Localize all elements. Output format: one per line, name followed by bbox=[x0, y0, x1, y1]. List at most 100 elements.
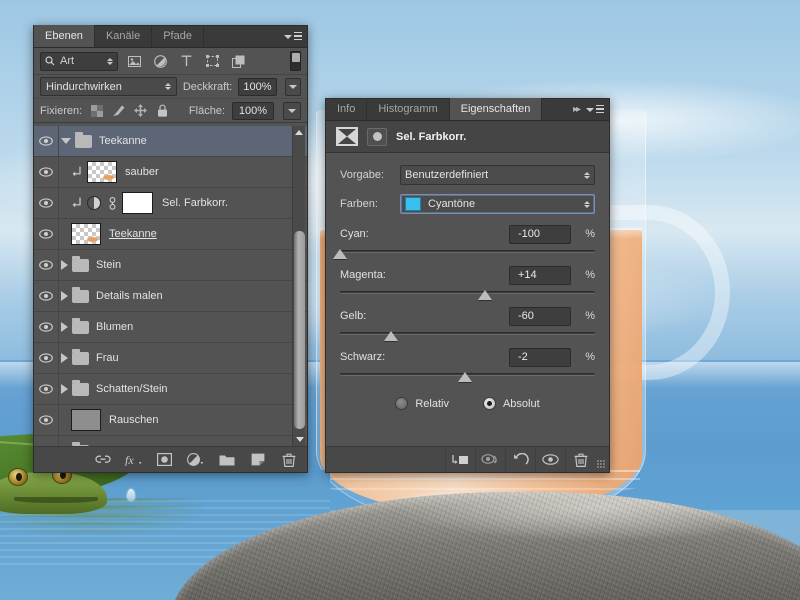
colors-stepper[interactable] bbox=[584, 200, 590, 208]
group-disclosure-triangle[interactable] bbox=[61, 260, 68, 270]
link-layers-icon[interactable] bbox=[94, 451, 111, 468]
group-disclosure-triangle[interactable] bbox=[61, 138, 71, 144]
lock-image-icon[interactable] bbox=[111, 103, 126, 118]
layer-style-fx-icon[interactable]: fx bbox=[125, 451, 142, 468]
slider-thumb[interactable] bbox=[384, 331, 398, 341]
layer-list[interactable]: Teekanne sauber Sel. Farbkorr. Teekanne Ste… bbox=[34, 126, 307, 446]
blend-mode-select[interactable]: Hindurchwirken bbox=[40, 77, 177, 96]
layer-visibility-toggle[interactable] bbox=[34, 312, 59, 342]
type-filter-icon[interactable] bbox=[176, 52, 196, 71]
layer-name[interactable]: sauber bbox=[125, 166, 159, 178]
slider-value-input[interactable]: -60 bbox=[509, 306, 571, 326]
layer-visibility-toggle[interactable] bbox=[34, 374, 59, 404]
new-adjustment-icon[interactable] bbox=[187, 451, 204, 468]
layer-row[interactable]: Teekanne bbox=[34, 219, 307, 250]
lock-position-icon[interactable] bbox=[133, 103, 148, 118]
opacity-value[interactable]: 100% bbox=[238, 77, 277, 96]
tab-kanaele[interactable]: Kanäle bbox=[95, 25, 153, 47]
smartobject-filter-icon[interactable] bbox=[228, 52, 248, 71]
image-filter-icon[interactable] bbox=[124, 52, 144, 71]
layer-name[interactable]: Rauschen bbox=[109, 414, 159, 426]
lock-all-icon[interactable] bbox=[155, 103, 170, 118]
expand-panels-icon[interactable]: ▸▸ bbox=[573, 104, 581, 115]
layer-visibility-toggle[interactable] bbox=[34, 436, 59, 446]
slider-track[interactable] bbox=[340, 328, 595, 342]
resize-grip-icon[interactable] bbox=[595, 447, 609, 472]
scroll-up-arrow[interactable] bbox=[293, 126, 305, 139]
tab-info[interactable]: Info bbox=[326, 98, 368, 120]
layer-visibility-toggle[interactable] bbox=[34, 343, 59, 373]
tab-histogramm[interactable]: Histogramm bbox=[367, 98, 450, 120]
layer-row[interactable]: Teekanne bbox=[34, 126, 307, 157]
preview-toggle-icon[interactable] bbox=[475, 447, 505, 472]
layer-thumbnail[interactable] bbox=[71, 409, 101, 431]
radio-absolut[interactable]: Absolut bbox=[482, 397, 540, 410]
layer-row[interactable]: Sel. Farbkorr. bbox=[34, 188, 307, 219]
layer-row[interactable]: Schatten/Stein bbox=[34, 374, 307, 405]
slider-thumb[interactable] bbox=[333, 249, 347, 259]
scrollbar-thumb[interactable] bbox=[294, 231, 305, 429]
layer-name[interactable]: Teekanne bbox=[99, 135, 147, 147]
layer-visibility-toggle[interactable] bbox=[34, 188, 59, 218]
filter-kind-select[interactable]: Art bbox=[40, 51, 118, 71]
radio-relativ-dot[interactable] bbox=[395, 397, 409, 410]
slider-value-input[interactable]: -2 bbox=[509, 347, 571, 367]
layer-name[interactable]: Stein bbox=[96, 259, 121, 271]
adjustment-preset-icon[interactable] bbox=[367, 127, 387, 146]
layer-visibility-toggle[interactable] bbox=[34, 281, 59, 311]
tab-eigenschaften[interactable]: Eigenschaften bbox=[449, 98, 543, 120]
layer-row[interactable]: Blumen bbox=[34, 312, 307, 343]
slider-track[interactable] bbox=[340, 369, 595, 383]
clip-to-layer-icon[interactable] bbox=[445, 447, 475, 472]
scroll-down-arrow[interactable] bbox=[293, 433, 306, 446]
layer-row[interactable]: Rauschen bbox=[34, 405, 307, 436]
slider-thumb[interactable] bbox=[457, 372, 472, 382]
radio-relativ[interactable]: Relativ bbox=[395, 397, 449, 410]
layer-thumbnail[interactable] bbox=[87, 161, 117, 183]
layer-row[interactable]: sauber bbox=[34, 157, 307, 188]
layer-name[interactable]: Teekanne bbox=[109, 228, 157, 240]
slider-value-input[interactable]: +14 bbox=[509, 265, 571, 285]
group-disclosure-triangle[interactable] bbox=[61, 291, 68, 301]
mask-link-icon[interactable] bbox=[108, 196, 117, 210]
layer-thumbnail[interactable] bbox=[71, 223, 101, 245]
colors-select[interactable]: Cyantöne bbox=[400, 194, 595, 214]
new-layer-icon[interactable] bbox=[249, 451, 266, 468]
adjustment-filter-icon[interactable] bbox=[150, 52, 170, 71]
group-disclosure-triangle[interactable] bbox=[61, 384, 68, 394]
layer-row[interactable]: Stein bbox=[34, 250, 307, 281]
slider-track[interactable] bbox=[333, 246, 595, 260]
tab-pfade[interactable]: Pfade bbox=[152, 25, 204, 47]
properties-panel-menu-icon[interactable] bbox=[586, 103, 604, 117]
fill-value[interactable]: 100% bbox=[232, 101, 274, 120]
layer-visibility-toggle[interactable] bbox=[34, 219, 59, 249]
layer-name[interactable]: Sel. Farbkorr. bbox=[162, 197, 228, 209]
new-group-icon[interactable] bbox=[218, 451, 235, 468]
filter-enable-toggle[interactable] bbox=[290, 51, 301, 71]
visibility-icon[interactable] bbox=[535, 447, 565, 472]
layer-name[interactable]: Frau bbox=[96, 352, 119, 364]
preset-select[interactable]: Benutzerdefiniert bbox=[400, 165, 595, 185]
add-mask-icon[interactable] bbox=[156, 451, 173, 468]
layer-name[interactable]: Schatten/Stein bbox=[96, 383, 168, 395]
layer-list-scrollbar[interactable] bbox=[292, 126, 305, 446]
shape-filter-icon[interactable] bbox=[202, 52, 222, 71]
tab-ebenen[interactable]: Ebenen bbox=[34, 25, 95, 47]
layer-name[interactable]: Details malen bbox=[96, 290, 163, 302]
slider-thumb[interactable] bbox=[478, 290, 493, 300]
layers-panel-menu-icon[interactable] bbox=[284, 30, 302, 44]
blend-mode-stepper[interactable] bbox=[164, 83, 171, 90]
layer-visibility-toggle[interactable] bbox=[34, 126, 59, 156]
delete-layer-icon[interactable] bbox=[280, 451, 297, 468]
radio-absolut-dot[interactable] bbox=[482, 397, 496, 410]
slider-track[interactable] bbox=[340, 287, 595, 301]
layer-mask-thumbnail[interactable] bbox=[122, 192, 153, 214]
fill-dropdown-button[interactable] bbox=[283, 101, 301, 120]
group-disclosure-triangle[interactable] bbox=[61, 322, 68, 332]
layer-visibility-toggle[interactable] bbox=[34, 405, 59, 435]
layer-row[interactable]: Details malen bbox=[34, 281, 307, 312]
reset-icon[interactable] bbox=[505, 447, 535, 472]
adjustment-thumbnail[interactable] bbox=[87, 196, 101, 210]
preset-stepper[interactable] bbox=[584, 171, 590, 179]
group-disclosure-triangle[interactable] bbox=[61, 353, 68, 363]
